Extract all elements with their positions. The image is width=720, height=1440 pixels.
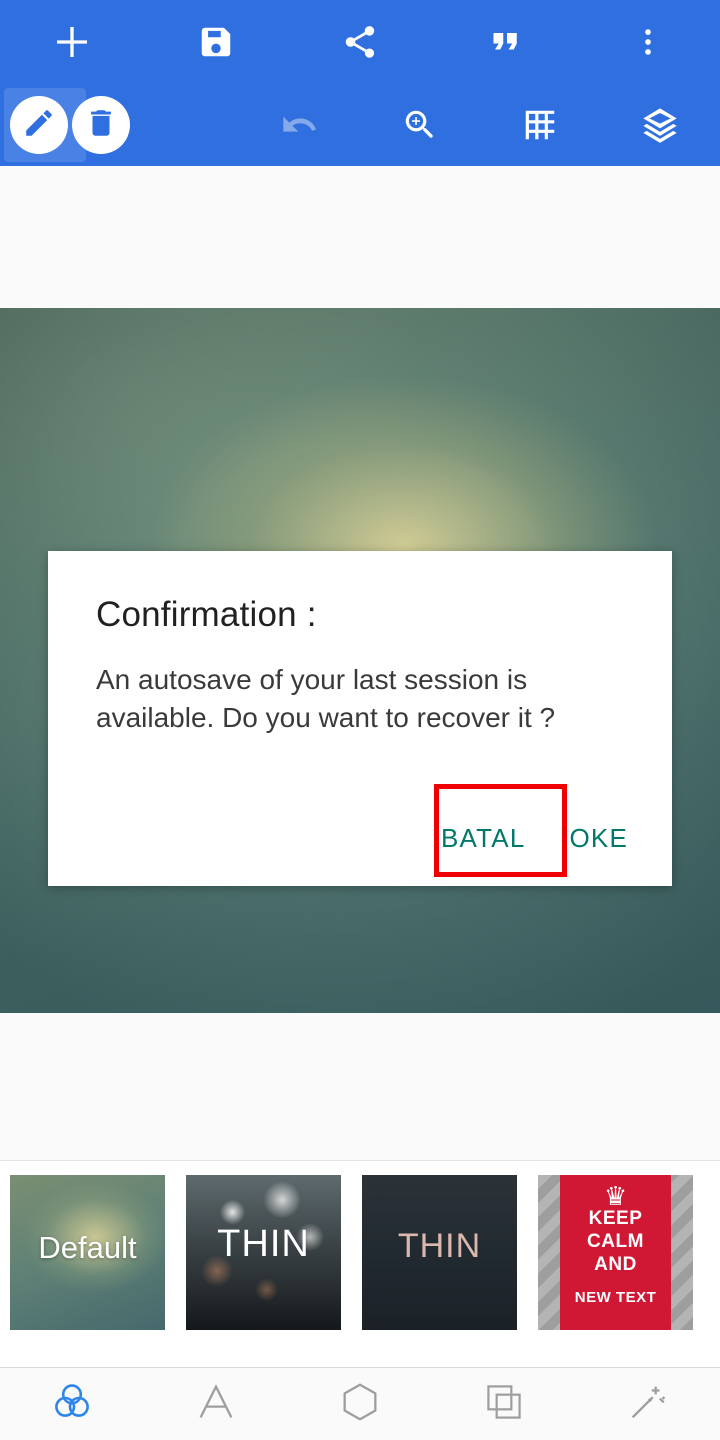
template-thin-bokeh-label: THIN [217, 1223, 310, 1265]
confirm-button[interactable]: OKE [547, 809, 650, 868]
nav-effects[interactable] [576, 1379, 720, 1430]
share-icon [341, 23, 379, 61]
magic-wand-icon [625, 1379, 671, 1430]
keep-calm-card: ♛ KEEP CALM AND NEW TEXT [560, 1175, 671, 1330]
overflow-menu-icon [631, 25, 665, 59]
layers-button[interactable] [600, 83, 720, 166]
overflow-menu-button[interactable] [576, 0, 720, 83]
nav-frames[interactable] [432, 1380, 576, 1429]
bottom-nav [0, 1368, 720, 1440]
top-toolbar [0, 0, 720, 166]
template-default-label: Default [38, 1230, 137, 1265]
dialog-message: An autosave of your last session is avai… [96, 664, 556, 733]
dialog-title: Confirmation : [96, 595, 317, 634]
save-icon [197, 23, 235, 61]
grid-button[interactable] [480, 83, 600, 166]
template-default[interactable]: Default [10, 1175, 165, 1330]
template-keep-calm[interactable]: ♛ KEEP CALM AND NEW TEXT [538, 1175, 693, 1330]
dialog-actions: BATAL OKE [419, 809, 650, 868]
delete-tool-icon [84, 106, 118, 145]
shape-icon [337, 1379, 383, 1430]
text-icon [193, 1379, 239, 1430]
keep-calm-line2: CALM [587, 1231, 644, 1252]
tool-pair [10, 95, 158, 155]
pencil-tool-icon [22, 106, 56, 145]
template-list: Default THIN THIN ♛ KEEP CALM AND NEW TE… [10, 1175, 714, 1330]
template-thin-bokeh[interactable]: THIN [186, 1175, 341, 1330]
grid-icon [521, 106, 559, 144]
template-thin-dark-label: THIN [397, 1227, 482, 1265]
template-thin-dark[interactable]: THIN [362, 1175, 517, 1330]
add-icon [52, 22, 92, 62]
crown-icon: ♛ [603, 1181, 628, 1211]
keep-calm-line1: KEEP [588, 1208, 643, 1229]
save-button[interactable] [144, 0, 288, 83]
undo-icon [280, 105, 320, 145]
frames-icon [482, 1380, 526, 1429]
nav-filters[interactable] [0, 1378, 144, 1431]
undo-button[interactable] [240, 83, 360, 166]
share-button[interactable] [288, 0, 432, 83]
quote-button[interactable] [432, 0, 576, 83]
keep-calm-line4: NEW TEXT [574, 1289, 657, 1306]
zoom-in-icon [401, 106, 439, 144]
keep-calm-line3: AND [594, 1254, 637, 1275]
nav-text[interactable] [144, 1379, 288, 1430]
template-strip: Default THIN THIN ♛ KEEP CALM AND NEW TE… [0, 1160, 720, 1368]
confirmation-dialog: Confirmation : An autosave of your last … [48, 551, 672, 886]
add-button[interactable] [0, 0, 144, 83]
app-root: Confirmation : An autosave of your last … [0, 0, 720, 1440]
layers-icon [640, 105, 680, 145]
filters-icon [48, 1378, 96, 1431]
zoom-button[interactable] [360, 83, 480, 166]
quote-icon [486, 24, 522, 60]
delete-tool-button[interactable] [72, 96, 130, 154]
pencil-tool-button[interactable] [10, 96, 68, 154]
toolbar-row-primary [0, 0, 720, 83]
nav-shape[interactable] [288, 1379, 432, 1430]
cancel-button[interactable]: BATAL [419, 809, 548, 868]
